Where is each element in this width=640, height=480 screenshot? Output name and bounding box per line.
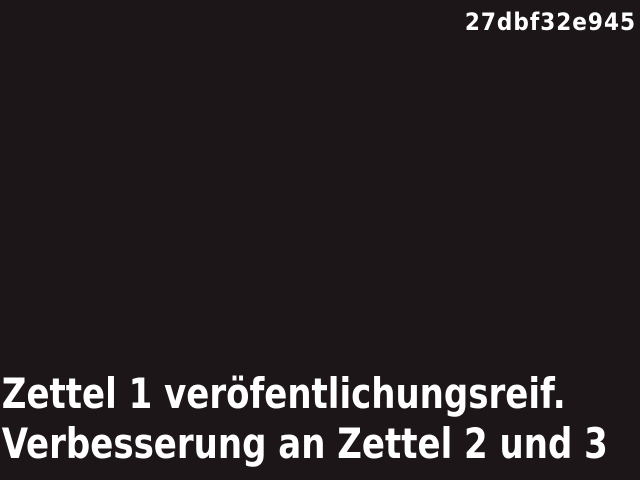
video-frame: 27dbf32e945 Zettel 1 veröfentlichungsrei…	[0, 0, 640, 480]
caption-line-2: Verbesserung an Zettel 2 und 3	[1, 419, 608, 468]
hash-label: 27dbf32e945	[464, 8, 636, 36]
caption: Zettel 1 veröfentlichungsreif. Verbesser…	[0, 370, 640, 480]
caption-line-1: Zettel 1 veröfentlichungsreif.	[1, 369, 566, 418]
